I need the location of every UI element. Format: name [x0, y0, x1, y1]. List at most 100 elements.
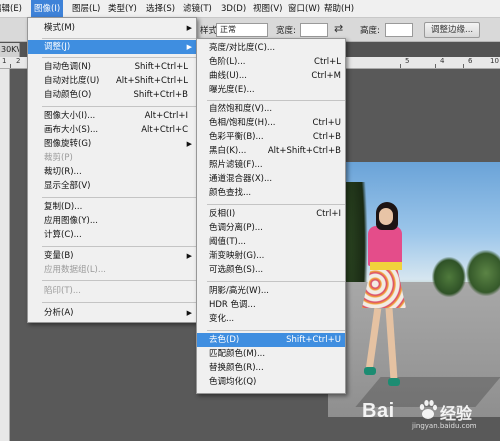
- menu-item-label: 渐变映射(G)...: [209, 251, 265, 261]
- image-menu-analysis[interactable]: 分析(A) ▶: [28, 306, 196, 320]
- menu-item-label: 自动色调(N): [44, 62, 91, 72]
- adjust-curves[interactable]: 曲线(U)... Ctrl+M: [197, 69, 345, 83]
- submenu-arrow-icon: ▶: [186, 140, 192, 148]
- menu-item-label: 通道混合器(X)...: [209, 174, 273, 184]
- image-menu-auto-contrast[interactable]: 自动对比度(U) Alt+Shift+Ctrl+L: [28, 74, 196, 88]
- photo-image: [328, 162, 500, 417]
- ruler-number: 6: [468, 57, 473, 65]
- image-menu-reveal-all[interactable]: 显示全部(V): [28, 179, 196, 193]
- adjust-exposure[interactable]: 曝光度(E)...: [197, 83, 345, 97]
- adjust-desaturate[interactable]: 去色(D) Shift+Ctrl+U: [197, 333, 345, 347]
- menu-layer[interactable]: 图层(L): [69, 0, 103, 17]
- menu-edit[interactable]: 编辑(E): [0, 0, 25, 17]
- menu-item-label: 应用图像(Y)...: [44, 216, 98, 226]
- submenu-arrow-icon: ▶: [186, 43, 192, 51]
- menu-item-label: 图像大小(I)...: [44, 111, 96, 121]
- adjust-levels[interactable]: 色阶(L)... Ctrl+L: [197, 55, 345, 69]
- image-menu-mode[interactable]: 模式(M) ▶: [28, 21, 196, 35]
- image-menu-canvas-size[interactable]: 画布大小(S)... Alt+Ctrl+C: [28, 123, 196, 137]
- ruler-tick: [435, 64, 436, 68]
- paw-icon: [419, 400, 437, 419]
- menu-select[interactable]: 选择(S): [143, 0, 178, 17]
- adjust-variations[interactable]: 变化...: [197, 312, 345, 326]
- menu-item-label: 复制(D)...: [44, 202, 83, 212]
- menu-item-label: 阈值(T)...: [209, 237, 246, 247]
- menu-3d[interactable]: 3D(D): [218, 0, 249, 17]
- photo-top: [368, 226, 402, 266]
- menu-item-label: 自动颜色(O): [44, 90, 92, 100]
- image-menu-auto-tone[interactable]: 自动色调(N) Shift+Ctrl+L: [28, 60, 196, 74]
- adjust-match-color[interactable]: 匹配颜色(M)...: [197, 347, 345, 361]
- menu-item-label: 颜色查找...: [209, 188, 252, 198]
- adjust-threshold[interactable]: 阈值(T)...: [197, 235, 345, 249]
- height-field[interactable]: [385, 23, 413, 37]
- menu-type[interactable]: 类型(Y): [105, 0, 140, 17]
- menu-item-label: HDR 色调...: [209, 300, 256, 310]
- image-menu-duplicate[interactable]: 复制(D)...: [28, 200, 196, 214]
- adjust-color-balance[interactable]: 色彩平衡(B)... Ctrl+B: [197, 130, 345, 144]
- baidu-watermark: Bai 经验 jingyan.baidu.com: [362, 396, 496, 430]
- photo-belt: [370, 262, 402, 270]
- adjust-brightness-contrast[interactable]: 亮度/对比度(C)...: [197, 41, 345, 55]
- menu-filter[interactable]: 滤镜(T): [180, 0, 215, 17]
- menu-item-shortcut: Ctrl+L: [314, 57, 341, 67]
- width-label: 宽度:: [276, 26, 296, 36]
- image-menu: 模式(M) ▶ 调整(J) ▶ 自动色调(N) Shift+Ctrl+L 自动对…: [27, 17, 197, 323]
- image-menu-apply-data-set[interactable]: 应用数据组(L)...: [28, 263, 196, 277]
- ruler-number: 10: [490, 57, 499, 65]
- menu-item-label: 曝光度(E)...: [209, 85, 255, 95]
- adjust-hdr-toning[interactable]: HDR 色调...: [197, 298, 345, 312]
- image-menu-apply-image[interactable]: 应用图像(Y)...: [28, 214, 196, 228]
- adjust-gradient-map[interactable]: 渐变映射(G)...: [197, 249, 345, 263]
- menu-item-label: 色阶(L)...: [209, 57, 246, 67]
- adjust-color-lookup[interactable]: 颜色查找...: [197, 186, 345, 200]
- width-field[interactable]: [300, 23, 328, 37]
- image-menu-trap[interactable]: 陷印(T)...: [28, 284, 196, 298]
- image-menu-variables[interactable]: 变量(B) ▶: [28, 249, 196, 263]
- image-menu-adjust[interactable]: 调整(J) ▶: [28, 40, 196, 54]
- menu-item-label: 图像旋转(G): [44, 139, 92, 149]
- image-menu-image-size[interactable]: 图像大小(I)... Alt+Ctrl+I: [28, 109, 196, 123]
- swap-icon[interactable]: ⇄: [334, 22, 343, 35]
- image-menu-crop[interactable]: 裁剪(P): [28, 151, 196, 165]
- adjust-equalize[interactable]: 色调均化(Q): [197, 375, 345, 389]
- submenu-arrow-icon: ▶: [186, 24, 192, 32]
- adjust-shadows-highlights[interactable]: 阴影/高光(W)...: [197, 284, 345, 298]
- menu-item-label: 显示全部(V): [44, 181, 91, 191]
- menu-item-shortcut: Ctrl+U: [312, 118, 341, 128]
- adjust-vibrance[interactable]: 自然饱和度(V)...: [197, 102, 345, 116]
- adjust-black-white[interactable]: 黑白(K)... Alt+Shift+Ctrl+B: [197, 144, 345, 158]
- ruler-number: 4: [440, 57, 445, 65]
- menu-item-label: 自然饱和度(V)...: [209, 104, 273, 114]
- menu-item-label: 模式(M): [44, 23, 75, 33]
- watermark-brand-cn: 经验: [440, 404, 473, 423]
- menu-item-label: 变量(B): [44, 251, 74, 261]
- style-select[interactable]: 正常: [216, 23, 268, 37]
- menu-window[interactable]: 窗口(W): [285, 0, 323, 17]
- ruler-number: 1: [2, 57, 7, 65]
- photo-tree: [466, 250, 500, 296]
- menu-item-label: 色相/饱和度(H)...: [209, 118, 276, 128]
- menu-item-label: 反相(I): [209, 209, 236, 219]
- menu-view[interactable]: 视图(V): [250, 0, 285, 17]
- image-menu-trim[interactable]: 裁切(R)...: [28, 165, 196, 179]
- menu-image[interactable]: 图像(I): [31, 0, 64, 17]
- adjust-replace-color[interactable]: 替换颜色(R)...: [197, 361, 345, 375]
- menu-item-label: 曲线(U)...: [209, 71, 247, 81]
- refine-edge-button[interactable]: 调整边缘...: [424, 22, 481, 38]
- document-tab[interactable]: 30KV2.jp: [0, 43, 20, 57]
- menu-item-label: 去色(D): [209, 335, 240, 345]
- adjust-invert[interactable]: 反相(I) Ctrl+I: [197, 207, 345, 221]
- adjust-hue-saturation[interactable]: 色相/饱和度(H)... Ctrl+U: [197, 116, 345, 130]
- photo-face: [379, 208, 393, 225]
- image-menu-rotation[interactable]: 图像旋转(G) ▶: [28, 137, 196, 151]
- adjust-posterize[interactable]: 色调分离(P)...: [197, 221, 345, 235]
- image-menu-calculations[interactable]: 计算(C)...: [28, 228, 196, 242]
- image-menu-auto-color[interactable]: 自动颜色(O) Shift+Ctrl+B: [28, 88, 196, 102]
- menu-help[interactable]: 帮助(H): [321, 0, 357, 17]
- adjust-channel-mixer[interactable]: 通道混合器(X)...: [197, 172, 345, 186]
- menu-separator: [42, 106, 196, 107]
- menu-separator: [207, 204, 345, 205]
- adjust-selective-color[interactable]: 可选颜色(S)...: [197, 263, 345, 277]
- adjust-photo-filter[interactable]: 照片滤镜(F)...: [197, 158, 345, 172]
